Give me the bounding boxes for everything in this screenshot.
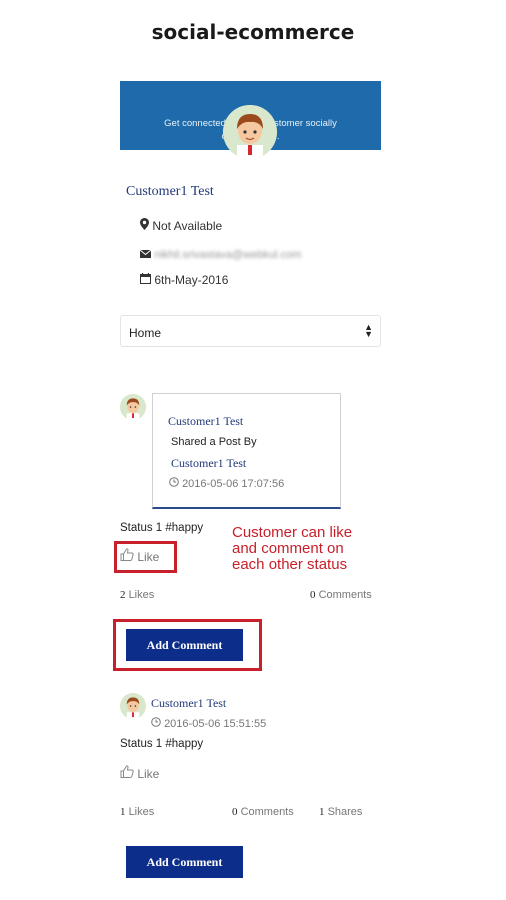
profile-banner: Get connected with the customer socially… — [120, 81, 381, 159]
post1-status-text: Status 1 #happy — [120, 522, 204, 534]
post1-likes-number: 2 — [120, 589, 126, 601]
profile-name[interactable]: Customer1 Test — [126, 184, 214, 200]
post1-shared-label: Shared a Post By — [171, 436, 257, 448]
annotation-text: Customer can like and comment on each ot… — [232, 525, 352, 573]
profile-location: Not Available — [152, 219, 223, 233]
post1-add-comment-button[interactable]: Add Comment — [126, 629, 243, 661]
page-select-dropdown[interactable]: Home ▲ ▼ — [120, 315, 381, 347]
envelope-icon — [139, 247, 152, 261]
post2-likes-label: Likes — [128, 806, 155, 818]
post2-author[interactable]: Customer1 Test — [151, 696, 226, 711]
post1-shared-author[interactable]: Customer1 Test — [171, 456, 246, 471]
profile-date: 6th-May-2016 — [154, 273, 229, 287]
post1-like-label: Like — [137, 550, 160, 564]
post2-likes-count[interactable]: 1 Likes — [120, 806, 154, 818]
post2-like-button[interactable]: Like — [120, 765, 159, 781]
post1-likes-label: Likes — [128, 589, 155, 601]
post1-like-button[interactable]: Like — [120, 548, 159, 564]
profile-location-row: Not Available — [140, 218, 222, 233]
post1-comments-count[interactable]: 0 Comments — [310, 589, 372, 601]
post1-likes-count[interactable]: 2 Likes — [120, 589, 154, 601]
annotation-line-3: each other status — [232, 556, 348, 573]
post2-status-text: Status 1 #happy — [120, 738, 204, 750]
map-pin-icon — [140, 218, 149, 233]
post2-add-comment-button[interactable]: Add Comment — [126, 846, 243, 878]
profile-avatar[interactable] — [223, 105, 277, 159]
post2-likes-number: 1 — [120, 806, 126, 818]
clock-icon — [151, 717, 161, 730]
post2-shares-label: Shares — [327, 806, 363, 818]
post1-comments-label: Comments — [318, 589, 372, 601]
post2-comments-count[interactable]: 0 Comments — [232, 806, 294, 818]
post2-shares-count[interactable]: 1 Shares — [319, 806, 362, 818]
post2-shares-number: 1 — [319, 806, 325, 818]
calendar-icon — [140, 273, 151, 287]
page-select-value: Home — [129, 326, 162, 340]
post1-comments-number: 0 — [310, 589, 316, 601]
select-caret-icon: ▲ ▼ — [364, 322, 373, 339]
post2-comments-number: 0 — [232, 806, 238, 818]
page-title: social-ecommerce — [151, 20, 355, 44]
post2-comments-label: Comments — [240, 806, 294, 818]
post1-author[interactable]: Customer1 Test — [168, 414, 243, 429]
clock-icon — [169, 477, 179, 490]
profile-email: nikhil.srivastava@webkul.com — [154, 249, 302, 261]
post1-timestamp-row: 2016-05-06 17:07:56 — [169, 477, 284, 490]
post1-avatar[interactable] — [120, 394, 146, 420]
annotation-line-1: Customer can like — [232, 524, 353, 541]
annotation-line-2: and comment on — [232, 540, 344, 557]
post1-timestamp: 2016-05-06 17:07:56 — [182, 478, 285, 490]
post2-like-label: Like — [137, 767, 160, 781]
post2-avatar[interactable] — [120, 693, 146, 719]
post2-timestamp: 2016-05-06 15:51:55 — [164, 718, 267, 730]
profile-date-row: 6th-May-2016 — [140, 273, 228, 287]
thumbs-up-icon — [120, 548, 134, 564]
thumbs-up-icon — [120, 765, 134, 781]
shared-post-card: Customer1 Test Shared a Post By Customer… — [152, 393, 341, 509]
post2-timestamp-row: 2016-05-06 15:51:55 — [151, 717, 266, 730]
profile-email-row: nikhil.srivastava@webkul.com — [139, 247, 302, 261]
